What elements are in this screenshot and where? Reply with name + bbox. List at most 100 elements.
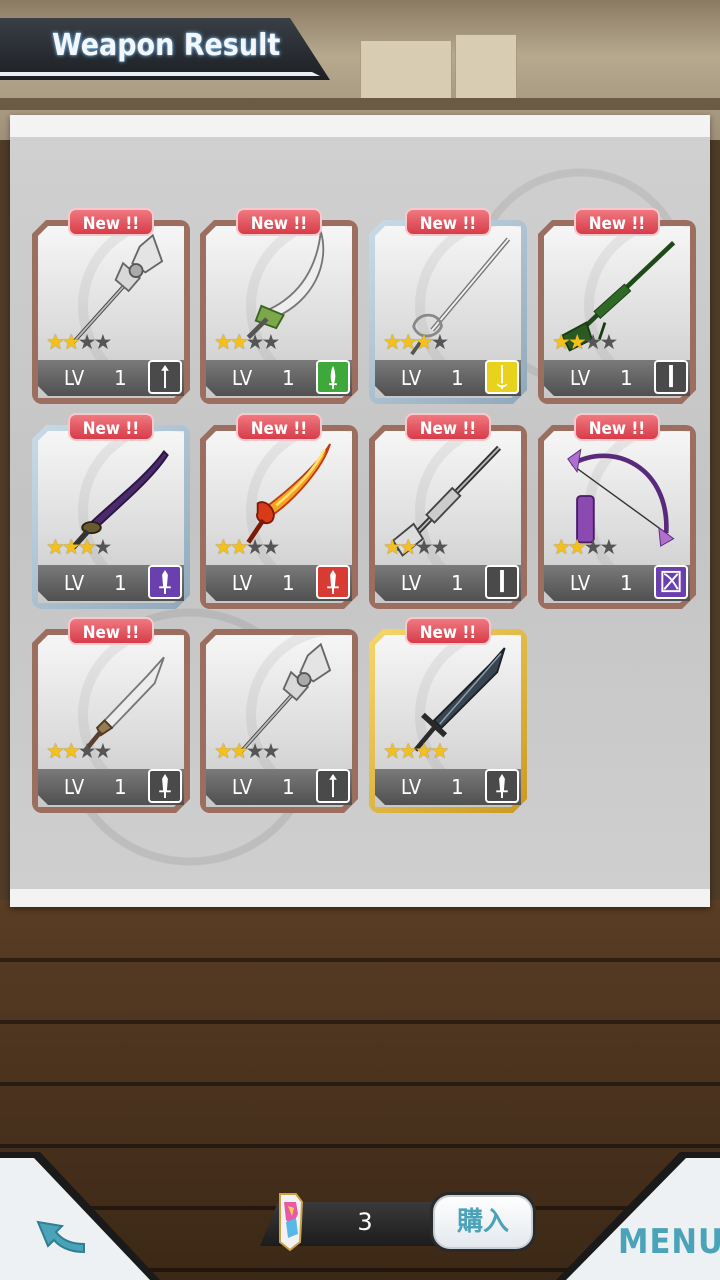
menu-button[interactable]: MENU [618,1222,720,1262]
star-empty-icon: ★ [583,535,603,559]
sword-type-icon [148,769,182,803]
star-empty-icon: ★ [93,535,112,559]
level-value: 1 [620,571,633,595]
star-filled-icon: ★ [414,739,434,763]
gun-type-icon [485,565,519,599]
star-filled-icon: ★ [46,535,65,559]
rarity-stars: ★★★★ [46,330,112,354]
star-empty-icon: ★ [599,535,618,559]
star-empty-icon: ★ [599,330,618,354]
weapon-card[interactable]: New !! ★★★★ LV 1 [200,413,358,609]
star-empty-icon: ★ [261,739,280,763]
star-filled-icon: ★ [567,535,587,559]
level-value: 1 [282,571,295,595]
level-value: 1 [620,366,633,390]
spear-type-icon [316,769,350,803]
weapon-card[interactable]: New !! ★★★★ LV 1 [32,208,190,404]
weapon-card[interactable]: New !! ★★★★ LV 1 [32,413,190,609]
new-badge: New !! [405,208,491,236]
star-empty-icon: ★ [430,330,449,354]
new-badge: New !! [68,413,154,441]
background-box [455,34,517,100]
star-filled-icon: ★ [383,739,402,763]
level-value: 1 [114,366,127,390]
star-filled-icon: ★ [229,535,249,559]
title-stripe [0,72,320,76]
rarity-stars: ★★★★ [214,330,280,354]
sword-type-icon [485,769,519,803]
star-filled-icon: ★ [552,535,571,559]
level-value: 1 [282,366,295,390]
weapon-card[interactable]: New !! ★★★★ LV 1 [538,208,696,404]
star-filled-icon: ★ [61,739,81,763]
rarity-stars: ★★★★ [552,330,618,354]
page-title: Weapon Result [52,28,281,63]
rapier-type-icon [485,360,519,394]
level-label: LV [64,571,85,595]
weapon-card[interactable]: New !! ★★★★ LV 1 [538,413,696,609]
star-filled-icon: ★ [383,535,402,559]
level-label: LV [232,571,253,595]
buy-button[interactable]: 購入 [430,1192,536,1252]
weapon-card[interactable]: New !! ★★★★ LV 1 [369,413,527,609]
new-badge: New !! [68,208,154,236]
new-badge: New !! [405,413,491,441]
star-filled-icon: ★ [214,739,233,763]
star-empty-icon: ★ [77,739,97,763]
star-filled-icon: ★ [398,330,418,354]
star-empty-icon: ★ [77,330,97,354]
star-filled-icon: ★ [61,535,81,559]
rarity-stars: ★★★★ [552,535,618,559]
rarity-stars: ★★★★ [46,535,112,559]
dagger-type-icon [316,360,350,394]
level-value: 1 [451,571,464,595]
level-label: LV [232,366,253,390]
star-empty-icon: ★ [583,330,603,354]
rarity-stars: ★★★★ [46,739,112,763]
crystal-icon [276,1192,304,1252]
level-value: 1 [114,571,127,595]
weapon-card[interactable]: New !! ★★★★ LV 1 [369,617,527,813]
level-value: 1 [114,775,127,799]
spear-type-icon [148,360,182,394]
star-empty-icon: ★ [245,739,265,763]
new-badge: New !! [236,413,322,441]
star-empty-icon: ★ [245,330,265,354]
level-label: LV [401,571,422,595]
level-label: LV [401,366,422,390]
star-filled-icon: ★ [46,739,65,763]
new-badge: New !! [236,208,322,236]
rarity-stars: ★★★★ [214,739,280,763]
level-label: LV [64,366,85,390]
star-empty-icon: ★ [261,330,280,354]
currency-count: 3 [357,1208,373,1236]
star-filled-icon: ★ [77,535,97,559]
weapon-card[interactable]: New !! ★★★★ LV 1 [369,208,527,404]
background-box [360,40,452,100]
star-filled-icon: ★ [61,330,81,354]
level-label: LV [570,366,591,390]
level-label: LV [401,775,422,799]
back-arrow-icon[interactable] [28,1212,92,1260]
star-empty-icon: ★ [414,535,434,559]
star-filled-icon: ★ [567,330,587,354]
level-label: LV [64,775,85,799]
weapon-card[interactable]: ★★★★ LV 1 [200,617,358,813]
star-empty-icon: ★ [93,330,112,354]
star-empty-icon: ★ [430,535,449,559]
level-label: LV [570,571,591,595]
star-filled-icon: ★ [383,330,402,354]
star-filled-icon: ★ [214,330,233,354]
level-label: LV [232,775,253,799]
star-filled-icon: ★ [229,330,249,354]
weapon-card[interactable]: New !! ★★★★ LV 1 [200,208,358,404]
star-filled-icon: ★ [398,535,418,559]
background-shelf [0,98,720,110]
level-value: 1 [451,366,464,390]
star-empty-icon: ★ [93,739,112,763]
rarity-stars: ★★★★ [214,535,280,559]
weapon-card[interactable]: New !! ★★★★ LV 1 [32,617,190,813]
star-filled-icon: ★ [552,330,571,354]
star-filled-icon: ★ [229,739,249,763]
rarity-stars: ★★★★ [383,739,449,763]
